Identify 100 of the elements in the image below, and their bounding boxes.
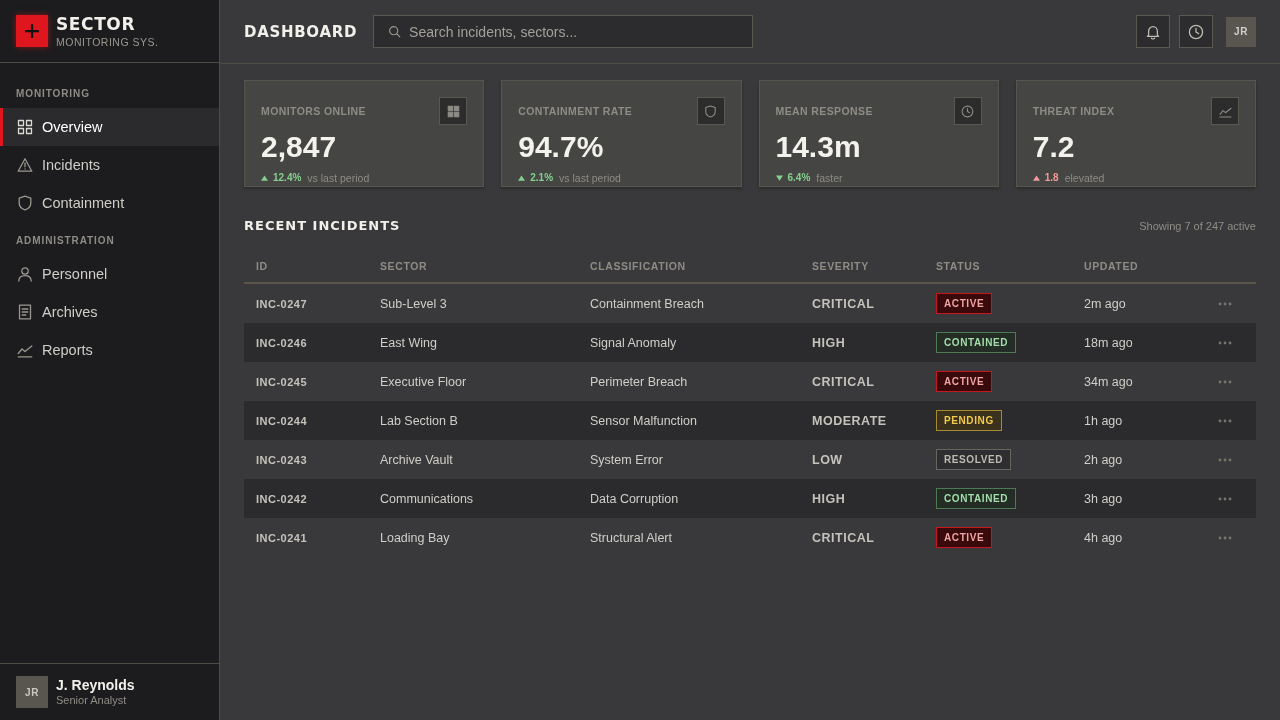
stat-value: 14.3m	[775, 130, 862, 164]
column-header: SEVERITY	[812, 259, 870, 272]
more-icon	[1218, 496, 1232, 501]
document-icon	[17, 304, 33, 320]
incident-id: INC-0242	[255, 492, 309, 505]
grid-icon	[17, 119, 33, 135]
incident-id: INC-0247	[255, 297, 309, 310]
incident-id: INC-0244	[255, 414, 309, 427]
classification-cell-text: Perimeter Breach	[590, 374, 689, 389]
clock-icon	[953, 97, 982, 125]
more-icon	[1218, 535, 1232, 540]
stat-note: vs last period	[559, 172, 621, 184]
sector-cell-text: Communications	[380, 491, 475, 506]
bell-icon	[1145, 23, 1161, 40]
stat-note: vs last period	[307, 172, 370, 184]
column-header: ID	[255, 259, 269, 272]
brand-subtitle: MONITORING SYS.	[56, 35, 159, 49]
sector-cell-text: Sub-Level 3	[380, 296, 448, 311]
warning-icon	[17, 157, 33, 173]
incident-id: INC-0246	[255, 336, 309, 349]
nav-item[interactable]: Archives	[0, 293, 219, 331]
more-button[interactable]	[1218, 418, 1232, 423]
more-icon	[1218, 457, 1232, 462]
more-button[interactable]	[1218, 340, 1232, 345]
updated-cell-text: 1h ago	[1084, 413, 1124, 428]
user-name: J. Reynolds	[56, 677, 135, 694]
table-row[interactable]: INC-0242 Communications Data Corruption HIGH CONTAINED 3h ago	[244, 479, 1256, 518]
classification-cell-text: System Error	[590, 452, 664, 467]
updated-cell-text: 2m ago	[1084, 296, 1127, 311]
updated-cell-text: 3h ago	[1084, 491, 1124, 506]
line-chart-icon	[1211, 97, 1239, 125]
line-chart-icon	[17, 342, 33, 358]
status-badge: ACTIVE	[936, 527, 993, 548]
more-icon	[1218, 418, 1232, 423]
brand-name: SECTOR	[56, 13, 137, 34]
incident-id: INC-0245	[255, 375, 309, 388]
incident-count: Showing 7 of 247 active	[1139, 220, 1256, 232]
severity-cell-text: HIGH	[812, 335, 847, 350]
stat-value: 2,847	[261, 130, 338, 164]
more-icon	[1218, 379, 1232, 384]
sector-cell-text: Loading Bay	[380, 530, 451, 545]
clock-icon	[1188, 23, 1204, 40]
more-button[interactable]	[1218, 301, 1232, 306]
severity-cell-text: HIGH	[812, 491, 847, 506]
shield-icon	[696, 97, 725, 125]
stat-change: 2.1%	[530, 172, 554, 184]
classification-cell-text: Data Corruption	[590, 491, 680, 506]
column-header: STATUS	[936, 259, 982, 272]
stat-label: CONTAINMENT RATE	[518, 105, 633, 117]
stat-change: 6.4%	[787, 172, 811, 184]
user-avatar[interactable]: JR	[1226, 16, 1256, 47]
classification-cell-text: Sensor Malfunction	[590, 413, 698, 428]
more-button[interactable]	[1218, 457, 1232, 462]
more-button[interactable]	[1218, 379, 1232, 384]
history-button[interactable]	[1179, 15, 1213, 48]
column-header: UPDATED	[1084, 259, 1140, 272]
severity-cell-text: LOW	[812, 452, 844, 467]
status-badge: CONTAINED	[936, 332, 1017, 353]
more-button[interactable]	[1218, 496, 1232, 501]
section-title: RECENT INCIDENTS	[244, 217, 401, 235]
person-icon	[17, 266, 33, 282]
status-badge: ACTIVE	[936, 293, 993, 314]
nav-item[interactable]: Containment	[0, 184, 219, 222]
search-icon	[388, 25, 402, 38]
stat-note: faster	[816, 172, 843, 184]
severity-cell-text: CRITICAL	[812, 530, 876, 545]
nav-item[interactable]: Incidents	[0, 146, 219, 184]
severity-cell-text: MODERATE	[812, 413, 888, 428]
sector-cell-text: Executive Floor	[380, 374, 468, 389]
logo-icon	[16, 15, 48, 47]
nav-item[interactable]: Overview	[0, 108, 219, 146]
stat-label: THREAT INDEX	[1032, 105, 1115, 117]
nav-section-label: MONITORING	[15, 88, 91, 100]
user-avatar: JR	[16, 676, 48, 708]
incident-id: INC-0241	[255, 531, 309, 544]
table-row[interactable]: INC-0246 East Wing Signal Anomaly HIGH CONTAINED 18m ago	[244, 323, 1256, 362]
more-button[interactable]	[1218, 535, 1232, 540]
column-header: CLASSIFICATION	[590, 259, 687, 272]
stat-note: elevated	[1064, 172, 1105, 184]
nav-item[interactable]: Reports	[0, 331, 219, 369]
notifications-button[interactable]	[1136, 15, 1170, 48]
nav-item[interactable]: Personnel	[0, 255, 219, 293]
status-badge: PENDING	[936, 410, 1002, 431]
table-row[interactable]: INC-0244 Lab Section B Sensor Malfunction MODERATE PENDING 1h ago	[244, 401, 1256, 440]
updated-cell-text: 34m ago	[1084, 374, 1134, 389]
status-badge: ACTIVE	[936, 371, 993, 392]
page-title: DASHBOARD	[244, 22, 358, 41]
status-badge: RESOLVED	[936, 449, 1012, 470]
classification-cell-text: Signal Anomaly	[590, 335, 678, 350]
updated-cell-text: 18m ago	[1084, 335, 1134, 350]
stat-label: MEAN RESPONSE	[775, 105, 873, 117]
sector-cell-text: Archive Vault	[380, 452, 454, 467]
search-field[interactable]: Search incidents, sectors...	[373, 15, 754, 48]
severity-cell-text: CRITICAL	[812, 296, 876, 311]
more-icon	[1218, 301, 1232, 306]
sector-cell-text: East Wing	[380, 335, 438, 350]
stat-change: 1.8	[1044, 172, 1059, 184]
updated-cell-text: 2h ago	[1084, 452, 1124, 467]
column-header: SECTOR	[380, 259, 429, 272]
classification-cell-text: Structural Alert	[590, 530, 673, 545]
